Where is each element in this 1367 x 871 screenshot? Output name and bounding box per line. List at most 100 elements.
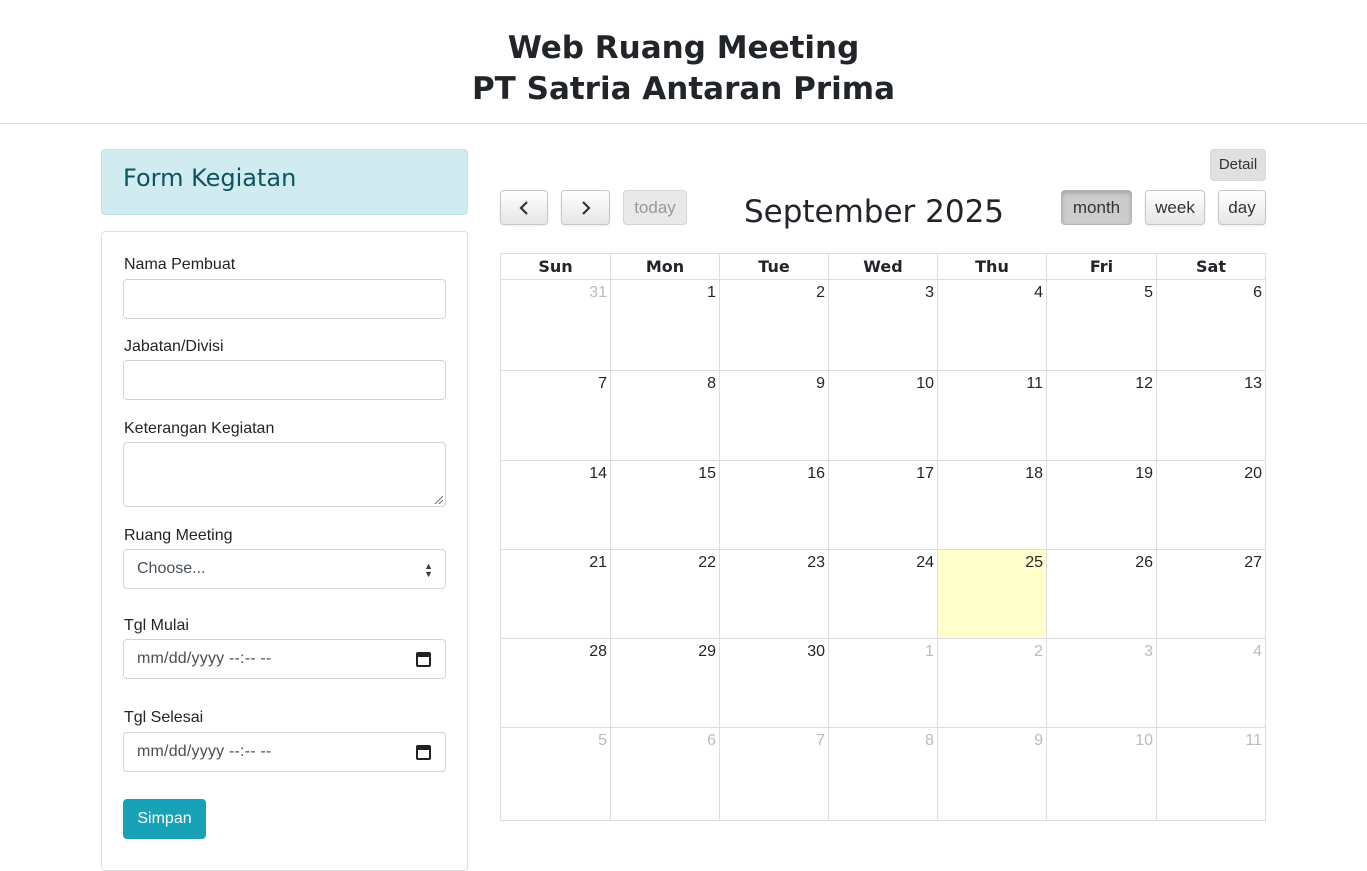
calendar-day-cell[interactable]: 20 [1156,460,1265,549]
day-number: 24 [916,554,934,571]
nama-label: Nama Pembuat [124,256,236,273]
calendar-day-cell[interactable]: 5 [1046,280,1156,370]
day-number: 12 [1135,375,1153,392]
calendar-day-cell[interactable]: 14 [501,460,610,549]
calendar-day-cell[interactable]: 6 [1156,280,1265,370]
day-number: 18 [1025,465,1043,482]
page-header: Web Ruang Meeting PT Satria Antaran Prim… [0,0,1367,124]
calendar-day-cell-today[interactable]: 25 [937,549,1046,638]
page-title-line1: Web Ruang Meeting [507,30,860,66]
day-number: 15 [698,465,716,482]
day-number: 22 [698,554,716,571]
day-header: Tue [719,254,828,280]
jabatan-input[interactable] [123,360,446,400]
view-day-button[interactable]: day [1218,190,1266,225]
day-number: 23 [807,554,825,571]
calendar-day-cell[interactable]: 16 [719,460,828,549]
selesai-placeholder: mm/dd/yyyy --:-- -- [137,743,272,760]
day-number: 8 [707,375,716,392]
calendar-day-cell[interactable]: 22 [610,549,719,638]
day-number: 2 [1034,643,1043,660]
calendar-day-cell[interactable]: 19 [1046,460,1156,549]
day-header: Fri [1046,254,1156,280]
day-header: Mon [610,254,719,280]
day-number: 7 [598,375,607,392]
detail-button[interactable]: Detail [1210,149,1266,181]
day-number: 16 [807,465,825,482]
day-number: 5 [1144,284,1153,301]
calendar-day-cell[interactable]: 8 [610,370,719,460]
prev-button[interactable] [500,190,548,225]
calendar-day-cell[interactable]: 21 [501,549,610,638]
calendar-day-cell[interactable]: 4 [1156,638,1265,727]
day-number: 25 [1025,554,1043,571]
calendar-day-cell[interactable]: 17 [828,460,937,549]
mulai-placeholder: mm/dd/yyyy --:-- -- [137,650,272,667]
calendar-day-cell[interactable]: 7 [501,370,610,460]
view-week-button[interactable]: week [1145,190,1205,225]
mulai-label: Tgl Mulai [124,617,189,634]
day-number: 26 [1135,554,1153,571]
calendar-day-cell[interactable]: 3 [828,280,937,370]
calendar-day-cell[interactable]: 13 [1156,370,1265,460]
calendar-day-cell[interactable]: 3 [1046,638,1156,727]
calendar-day-cell[interactable]: 10 [1046,727,1156,820]
calendar-day-cell[interactable]: 1 [828,638,937,727]
keterangan-textarea[interactable] [123,442,446,507]
day-number: 29 [698,643,716,660]
view-month-button[interactable]: month [1061,190,1132,225]
calendar-day-cell[interactable]: 8 [828,727,937,820]
day-number: 1 [925,643,934,660]
calendar-icon[interactable] [416,745,431,760]
calendar-day-cell[interactable]: 12 [1046,370,1156,460]
calendar-day-cell[interactable]: 29 [610,638,719,727]
calendar-day-cell[interactable]: 7 [719,727,828,820]
day-number: 13 [1244,375,1262,392]
calendar-day-cell[interactable]: 9 [719,370,828,460]
day-number: 7 [816,732,825,749]
mulai-datetime-input[interactable]: mm/dd/yyyy --:-- -- [123,639,446,679]
calendar-day-cell[interactable]: 5 [501,727,610,820]
form-title-box: Form Kegiatan [101,149,468,215]
calendar-day-cell[interactable]: 31 [501,280,610,370]
calendar-day-cell[interactable]: 18 [937,460,1046,549]
day-header-row: Sun Mon Tue Wed Thu Fri Sat [501,254,1265,280]
calendar-day-cell[interactable]: 11 [1156,727,1265,820]
form-title: Form Kegiatan [123,164,297,192]
day-number: 31 [589,284,607,301]
ruang-select[interactable]: Choose... ▲ ▼ [123,549,446,589]
calendar-day-cell[interactable]: 9 [937,727,1046,820]
calendar-day-cell[interactable]: 26 [1046,549,1156,638]
day-number: 6 [1253,284,1262,301]
calendar-day-cell[interactable]: 28 [501,638,610,727]
calendar-day-cell[interactable]: 23 [719,549,828,638]
calendar-title: September 2025 [743,194,1005,230]
day-number: 1 [707,284,716,301]
calendar-day-cell[interactable]: 6 [610,727,719,820]
calendar-day-cell[interactable]: 2 [719,280,828,370]
day-number: 3 [1144,643,1153,660]
chevron-left-icon [519,201,528,215]
calendar-day-cell[interactable]: 2 [937,638,1046,727]
select-arrows-icon: ▲ ▼ [424,561,433,579]
day-number: 21 [589,554,607,571]
calendar-day-cell[interactable]: 27 [1156,549,1265,638]
calendar-day-cell[interactable]: 24 [828,549,937,638]
day-number: 5 [598,732,607,749]
calendar-day-cell[interactable]: 1 [610,280,719,370]
today-button[interactable]: today [623,190,687,225]
ruang-label: Ruang Meeting [124,527,233,544]
calendar-icon[interactable] [416,652,431,667]
calendar-day-cell[interactable]: 15 [610,460,719,549]
calendar-day-cell[interactable]: 11 [937,370,1046,460]
simpan-button[interactable]: Simpan [123,799,206,839]
nama-input[interactable] [123,279,446,319]
resize-grip-icon[interactable] [435,496,443,504]
calendar-day-cell[interactable]: 10 [828,370,937,460]
selesai-datetime-input[interactable]: mm/dd/yyyy --:-- -- [123,732,446,772]
calendar-day-cell[interactable]: 30 [719,638,828,727]
page-title: Web Ruang Meeting PT Satria Antaran Prim… [0,0,1367,110]
next-button[interactable] [561,190,610,225]
day-number: 4 [1253,643,1262,660]
calendar-day-cell[interactable]: 4 [937,280,1046,370]
